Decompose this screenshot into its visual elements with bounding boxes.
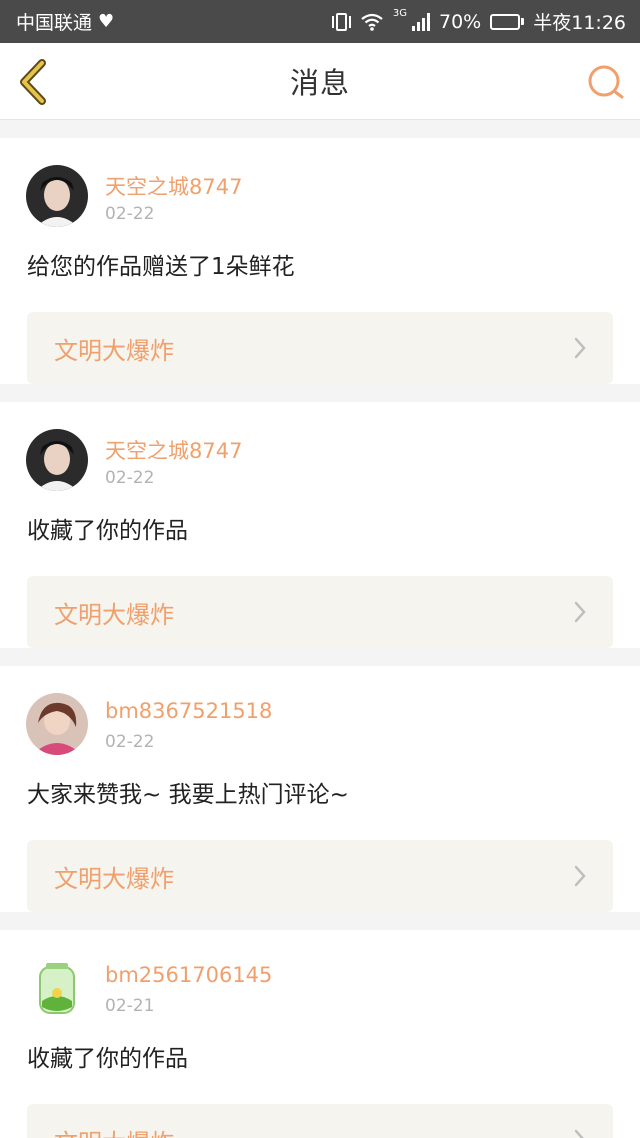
message-text: 收藏了你的作品 <box>27 1046 188 1072</box>
heart-icon: ♥ <box>98 11 115 32</box>
work-title: 文明大爆炸 <box>54 600 174 629</box>
message-date: 02-22 <box>105 468 155 488</box>
work-link[interactable]: 文明大爆炸 <box>27 840 613 912</box>
vibrate-icon <box>331 12 351 31</box>
battery-icon <box>490 13 525 30</box>
avatar[interactable] <box>26 429 88 491</box>
username-link[interactable]: 天空之城8747 <box>105 435 242 465</box>
work-title: 文明大爆炸 <box>54 336 174 365</box>
page-title: 消息 <box>289 66 350 100</box>
username-link[interactable]: bm8367521518 <box>105 699 272 723</box>
status-bar: 中国联通 ♥ 3G 70% 半夜11:26 <box>0 0 640 43</box>
avatar[interactable] <box>26 693 88 755</box>
message-date: 02-22 <box>105 204 155 224</box>
chevron-right-icon <box>574 865 586 887</box>
message-item: 天空之城8747 02-22 给您的作品赠送了1朵鲜花 文明大爆炸 <box>0 138 640 384</box>
message-item: bm2561706145 02-21 收藏了你的作品 文明大爆炸 <box>0 930 640 1138</box>
chevron-right-icon <box>574 337 586 359</box>
username-link[interactable]: bm2561706145 <box>105 963 272 987</box>
work-title: 文明大爆炸 <box>54 1123 174 1138</box>
username-link[interactable]: 天空之城8747 <box>105 171 242 201</box>
status-right: 3G 70% 半夜11:26 <box>331 8 626 35</box>
chevron-right-icon <box>574 1129 584 1138</box>
wifi-icon <box>361 13 383 31</box>
status-left: 中国联通 ♥ <box>16 8 114 35</box>
avatar[interactable] <box>26 165 88 227</box>
message-date: 02-21 <box>105 996 155 1016</box>
work-link[interactable]: 文明大爆炸 <box>27 576 613 648</box>
avatar[interactable] <box>26 957 88 1019</box>
clock: 半夜11:26 <box>533 12 626 34</box>
chevron-left-icon[interactable] <box>14 58 54 106</box>
message-date: 02-22 <box>105 732 155 752</box>
work-link[interactable]: 文明大爆炸 <box>27 312 613 384</box>
message-item: 天空之城8747 02-22 收藏了你的作品 文明大爆炸 <box>0 402 640 648</box>
message-item: bm8367521518 02-22 大家来赞我~ 我要上热门评论~ 文明大爆炸 <box>0 666 640 912</box>
message-text: 给您的作品赠送了1朵鲜花 <box>27 254 295 280</box>
signal-icon <box>412 12 430 31</box>
work-link[interactable]: 文明大爆炸 <box>27 1104 613 1138</box>
battery-percent: 70% <box>439 10 482 33</box>
work-title: 文明大爆炸 <box>54 864 174 893</box>
message-text: 收藏了你的作品 <box>27 518 188 544</box>
message-text: 大家来赞我~ 我要上热门评论~ <box>27 782 349 808</box>
chevron-right-icon <box>574 601 586 623</box>
header-bar: 消息 <box>0 43 640 120</box>
network-type-label: 3G <box>392 8 407 19</box>
search-icon[interactable] <box>586 63 626 103</box>
carrier-label: 中国联通 <box>16 12 93 34</box>
